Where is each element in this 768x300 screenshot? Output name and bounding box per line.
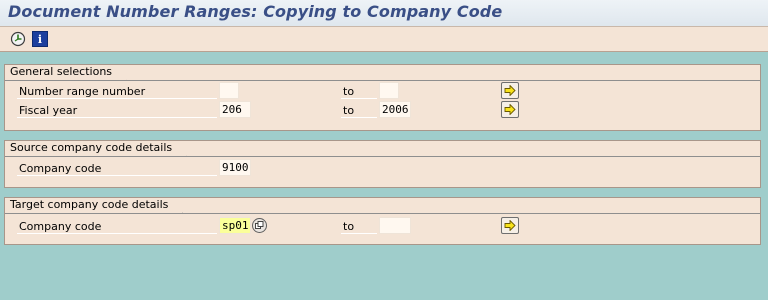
- fiscal-year-to-label: to: [343, 104, 355, 117]
- source-company-code-label: Company code: [19, 162, 102, 175]
- target-company-code-to-label: to: [343, 220, 355, 233]
- group-header-rule: [5, 141, 760, 157]
- target-company-code-to-input[interactable]: [379, 217, 411, 234]
- fiscal-year-multiple-selection-button[interactable]: [501, 101, 519, 118]
- possible-entries-button[interactable]: [252, 218, 267, 233]
- arrow-right-icon: [504, 85, 516, 96]
- number-range-to-input[interactable]: [379, 82, 399, 99]
- info-button[interactable]: i: [32, 31, 48, 47]
- target-company-code-multiple-selection-button[interactable]: [501, 217, 519, 234]
- fiscal-year-from-input[interactable]: 206: [219, 101, 251, 118]
- title-bar: Document Number Ranges: Copying to Compa…: [0, 0, 768, 26]
- target-company-code-input[interactable]: sp01: [219, 217, 251, 234]
- possible-entries-icon: [255, 221, 264, 229]
- arrow-right-icon: [504, 220, 516, 231]
- to-underline: [341, 117, 377, 118]
- fiscal-year-label: Fiscal year: [19, 104, 78, 117]
- arrow-right-icon: [504, 104, 516, 115]
- label-underline: [17, 98, 217, 99]
- fiscal-year-to-input[interactable]: 2006: [379, 101, 411, 118]
- source-company-code-group: Source company code details Company code…: [4, 140, 761, 188]
- number-range-to-label: to: [343, 85, 355, 98]
- execute-button[interactable]: [10, 31, 26, 47]
- group-header-rule: [5, 198, 760, 214]
- to-underline: [341, 98, 377, 99]
- number-range-from-input[interactable]: [219, 82, 239, 99]
- group-header-rule: [5, 65, 760, 81]
- general-selections-group: General selections Number range number t…: [4, 64, 761, 131]
- application-toolbar: i: [0, 26, 768, 52]
- label-underline: [17, 175, 217, 176]
- target-company-code-group: Target company code details Company code…: [4, 197, 761, 245]
- source-company-code-input[interactable]: 9100: [219, 159, 251, 176]
- number-range-label: Number range number: [19, 85, 146, 98]
- label-underline: [17, 233, 217, 234]
- execute-clock-icon: [10, 31, 26, 47]
- number-range-multiple-selection-button[interactable]: [501, 82, 519, 99]
- to-underline: [341, 233, 377, 234]
- page-title: Document Number Ranges: Copying to Compa…: [8, 2, 503, 21]
- label-underline: [17, 117, 217, 118]
- target-company-code-label: Company code: [19, 220, 102, 233]
- info-icon: i: [32, 31, 48, 47]
